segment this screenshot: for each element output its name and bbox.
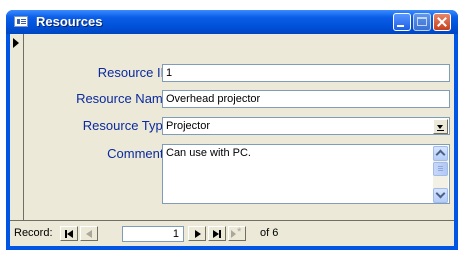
form-client-area: Resource ID 1 Resource Name Overhead pro… [10,34,454,246]
comments-value: Can use with PC. [166,147,251,159]
record-navigation-bar: Record: 1 * of 6 [10,220,454,246]
minimize-icon[interactable] [393,13,411,31]
comments-field[interactable]: Can use with PC. [162,144,450,204]
resources-window: Resources Resource ID 1 Resource Name Ov… [6,10,458,250]
resource-type-combo[interactable]: Projector [162,117,450,135]
scroll-up-icon[interactable] [433,146,448,161]
close-icon[interactable] [433,13,451,31]
last-record-icon[interactable] [208,226,226,241]
dropdown-arrow-icon[interactable] [433,119,448,134]
title-bar[interactable]: Resources [6,10,458,34]
resource-name-label: Resource Name [76,91,170,106]
comments-scrollbar[interactable] [433,146,448,203]
resource-id-value: 1 [166,67,173,79]
resource-id-label: Resource ID [97,65,170,80]
record-label: Record: [14,227,53,239]
current-record-arrow-icon [13,38,19,48]
maximize-icon[interactable] [413,13,431,31]
scroll-thumb[interactable] [433,162,448,176]
record-count: of 6 [260,227,279,239]
form-detail-section: Resource ID 1 Resource Name Overhead pro… [24,34,454,220]
resource-id-field[interactable]: 1 [162,64,450,82]
previous-record-icon[interactable] [80,226,98,241]
resource-name-field[interactable]: Overhead projector [162,90,450,108]
next-record-icon[interactable] [188,226,206,241]
current-record-input[interactable]: 1 [122,226,184,242]
comments-label: Comments [107,146,170,161]
resource-type-value: Projector [166,120,211,132]
resource-type-label: Resource Type [82,118,170,133]
window-title: Resources [36,14,103,29]
form-icon[interactable] [14,16,28,27]
first-record-icon[interactable] [60,226,78,241]
scroll-down-icon[interactable] [433,188,448,203]
resource-name-value: Overhead projector [166,93,261,105]
new-record-icon[interactable]: * [228,226,246,241]
